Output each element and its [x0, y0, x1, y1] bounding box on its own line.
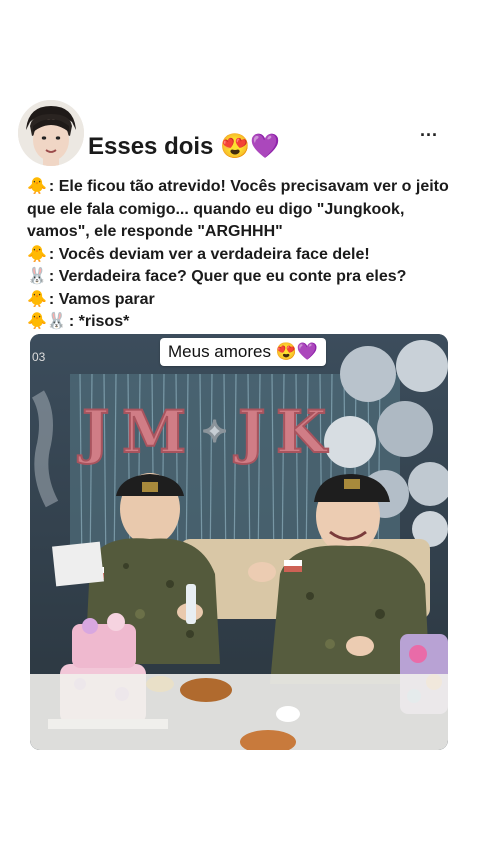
svg-text:M: M — [122, 398, 186, 466]
photo-illustration: J M J K ✦ — [30, 334, 448, 750]
chick-bunny-emoji-icon: 🐥🐰 — [27, 313, 67, 330]
svg-text:J: J — [77, 398, 109, 466]
bunny-emoji-icon: 🐰 — [27, 268, 47, 285]
avatar[interactable] — [18, 100, 84, 166]
post-line-text: : Verdadeira face? Quer que eu conte pra… — [48, 268, 407, 285]
post-header: Esses dois 😍💜 ... — [18, 100, 462, 172]
post-line: 🐥: Vocês deviam ver a verdadeira face de… — [27, 244, 457, 267]
post-line-text: : Vocês deviam ver a verdadeira face del… — [48, 245, 370, 263]
post-body: 🐥: Ele ficou tão atrevido! Vocês precisa… — [27, 176, 457, 334]
post-line: 🐥: Ele ficou tão atrevido! Vocês precisa… — [27, 176, 457, 244]
chick-emoji-icon: 🐥 — [27, 245, 47, 263]
post-line: 🐥: Vamos parar — [27, 289, 457, 312]
post-line-text: : *risos* — [68, 313, 130, 330]
post-author[interactable]: Esses dois 😍💜 — [88, 132, 280, 161]
post-line: 🐰: Verdadeira face? Quer que eu conte pr… — [27, 266, 457, 289]
chick-emoji-icon: 🐥 — [27, 178, 47, 195]
post-line: 🐥🐰: *risos* — [27, 311, 457, 334]
post-photo[interactable]: J M J K ✦ 03 Meus amores 😍💜 — [30, 334, 448, 750]
photo-caption: Meus amores 😍💜 — [160, 338, 327, 366]
post-line-text: : Vamos parar — [48, 290, 155, 308]
svg-text:K: K — [276, 398, 329, 466]
more-options-icon[interactable]: ... — [420, 120, 438, 141]
svg-text:J: J — [233, 398, 265, 466]
chick-emoji-icon: 🐥 — [27, 290, 47, 308]
svg-text:✦: ✦ — [202, 415, 227, 450]
post-line-text: : Ele ficou tão atrevido! Vocês precisav… — [27, 178, 449, 240]
photo-counter: 03 — [32, 350, 46, 364]
